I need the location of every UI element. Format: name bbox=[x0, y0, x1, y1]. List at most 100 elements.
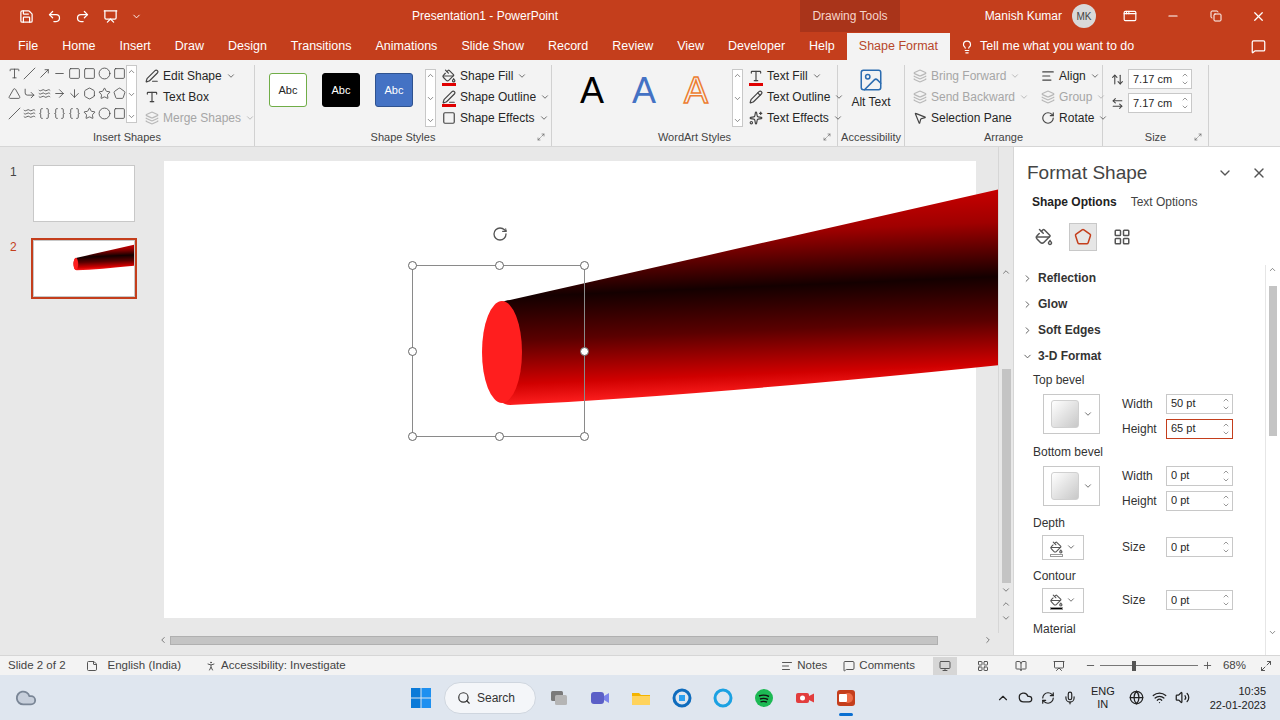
user-name[interactable]: Manish Kumar bbox=[985, 7, 1062, 25]
taskbar-search[interactable]: Search bbox=[444, 682, 536, 714]
more-icon[interactable] bbox=[426, 116, 435, 125]
scroll-left-icon[interactable] bbox=[158, 635, 168, 645]
shape-icon[interactable] bbox=[23, 87, 36, 100]
pane-icon-tab[interactable] bbox=[1030, 223, 1058, 251]
comments-button[interactable] bbox=[1251, 33, 1266, 60]
clock[interactable]: 10:3522-01-2023 bbox=[1210, 684, 1266, 712]
spin-down-icon[interactable] bbox=[1222, 429, 1230, 437]
spin-up-icon[interactable] bbox=[1181, 95, 1189, 103]
ribbon-tab[interactable]: Home bbox=[50, 33, 107, 60]
customize-toolbar-icon[interactable] bbox=[131, 11, 142, 22]
gallery-scroll[interactable] bbox=[732, 69, 743, 127]
slide-thumbnail[interactable] bbox=[31, 163, 137, 224]
sync-icon[interactable] bbox=[1041, 691, 1055, 705]
ribbon-display-button[interactable] bbox=[1108, 0, 1151, 32]
taskbar-app[interactable] bbox=[627, 680, 655, 716]
slide-thumbnail-row[interactable]: 1 bbox=[0, 163, 150, 224]
view-button[interactable] bbox=[971, 657, 995, 675]
gallery-scroll[interactable] bbox=[425, 69, 436, 127]
spin-field[interactable]: 0 pt bbox=[1166, 491, 1233, 511]
spin-up-icon[interactable] bbox=[1222, 421, 1230, 429]
shape-icon[interactable] bbox=[83, 67, 96, 80]
ribbon-tab[interactable]: Design bbox=[216, 33, 279, 60]
shape-icon[interactable] bbox=[53, 67, 66, 80]
selection-box[interactable] bbox=[412, 265, 585, 437]
ribbon-command[interactable]: Text Box bbox=[145, 86, 255, 107]
shape-icon[interactable] bbox=[8, 107, 21, 120]
resize-handle[interactable] bbox=[580, 347, 589, 356]
taskbar-app[interactable] bbox=[832, 680, 860, 716]
shape-icon[interactable] bbox=[98, 67, 111, 80]
ribbon-tab[interactable]: Animations bbox=[364, 33, 450, 60]
spin-up-icon[interactable] bbox=[1222, 539, 1230, 547]
slide-thumbnail-row[interactable]: 2 bbox=[0, 238, 150, 299]
start-slideshow-icon[interactable] bbox=[103, 9, 118, 24]
wordart-preset[interactable]: A bbox=[566, 69, 618, 113]
shape-icon[interactable] bbox=[38, 67, 51, 80]
restore-button[interactable] bbox=[1194, 0, 1237, 32]
shape-icon[interactable] bbox=[113, 87, 126, 100]
spin-down-icon[interactable] bbox=[1222, 547, 1230, 555]
scroll-down-icon[interactable] bbox=[127, 90, 136, 99]
scroll-thumb[interactable] bbox=[170, 636, 938, 645]
ribbon-command[interactable]: Align bbox=[1041, 65, 1108, 86]
pane-icon-tab[interactable] bbox=[1069, 223, 1097, 251]
close-button[interactable] bbox=[1237, 0, 1280, 32]
alt-text-button[interactable]: Alt Text bbox=[838, 65, 904, 109]
ribbon-command[interactable]: Text Outline bbox=[749, 86, 844, 107]
wordart-preset[interactable]: A bbox=[618, 69, 670, 113]
scroll-down-icon[interactable] bbox=[1001, 585, 1011, 595]
input-language[interactable]: ENGIN bbox=[1091, 685, 1115, 711]
network-globe-icon[interactable] bbox=[1129, 690, 1144, 705]
spin-up-icon[interactable] bbox=[1222, 396, 1230, 404]
spin-up-icon[interactable] bbox=[1222, 592, 1230, 600]
shape-icon[interactable] bbox=[83, 107, 96, 120]
weather-icon[interactable] bbox=[15, 687, 37, 709]
pane-section-header[interactable]: Soft Edges bbox=[1022, 317, 1265, 343]
scroll-right-icon[interactable] bbox=[983, 635, 993, 645]
spin-down-icon[interactable] bbox=[1181, 79, 1189, 87]
fit-slide-icon[interactable] bbox=[1260, 660, 1272, 672]
pane-tab[interactable]: Shape Options bbox=[1032, 193, 1117, 211]
spelling-icon[interactable] bbox=[86, 660, 98, 672]
redo-icon[interactable] bbox=[75, 9, 90, 24]
bevel-picker[interactable] bbox=[1043, 466, 1100, 506]
ribbon-tab[interactable]: Slide Show bbox=[449, 33, 536, 60]
cylinder-shape[interactable] bbox=[73, 244, 134, 270]
spin-up-icon[interactable] bbox=[1222, 468, 1230, 476]
spin-field[interactable]: 0 pt bbox=[1166, 466, 1233, 486]
gallery-scroll[interactable] bbox=[126, 65, 137, 123]
taskbar-app[interactable] bbox=[586, 680, 614, 716]
ribbon-tab[interactable]: Transitions bbox=[279, 33, 364, 60]
more-icon[interactable] bbox=[127, 112, 136, 121]
shape-icon[interactable] bbox=[98, 107, 111, 120]
shape-icon[interactable] bbox=[68, 67, 81, 80]
onedrive-icon[interactable] bbox=[1018, 690, 1033, 705]
dialog-launcher-icon[interactable] bbox=[823, 133, 831, 141]
save-icon[interactable] bbox=[19, 9, 34, 24]
shape-icon[interactable] bbox=[83, 87, 96, 100]
ribbon-command[interactable]: Edit Shape bbox=[145, 65, 255, 86]
shape-icon[interactable] bbox=[53, 107, 66, 120]
windows-start-icon[interactable] bbox=[410, 687, 432, 709]
spin-up-icon[interactable] bbox=[1181, 71, 1189, 79]
scroll-up-icon[interactable] bbox=[127, 67, 136, 76]
view-button[interactable] bbox=[1047, 657, 1071, 675]
shape-icon[interactable] bbox=[8, 87, 21, 100]
pane-section-header[interactable]: Glow bbox=[1022, 291, 1265, 317]
dialog-launcher-icon[interactable] bbox=[537, 133, 545, 141]
taskbar-app[interactable] bbox=[668, 680, 696, 716]
ribbon-tab[interactable]: Review bbox=[600, 33, 665, 60]
spin-field[interactable]: 7.17 cm bbox=[1128, 69, 1192, 89]
spin-down-icon[interactable] bbox=[1181, 103, 1189, 111]
taskbar-app[interactable] bbox=[709, 680, 737, 716]
ribbon-command[interactable]: Merge Shapes bbox=[145, 107, 255, 128]
ribbon-command[interactable]: Selection Pane bbox=[913, 107, 1029, 128]
view-button[interactable] bbox=[1009, 657, 1033, 675]
taskbar-app[interactable] bbox=[750, 680, 778, 716]
zoom-in-icon[interactable] bbox=[1202, 660, 1213, 671]
scroll-up-icon[interactable] bbox=[1001, 267, 1011, 277]
tray-overflow-icon[interactable] bbox=[996, 691, 1010, 705]
zoom-out-icon[interactable] bbox=[1085, 660, 1096, 671]
spin-up-icon[interactable] bbox=[1222, 493, 1230, 501]
